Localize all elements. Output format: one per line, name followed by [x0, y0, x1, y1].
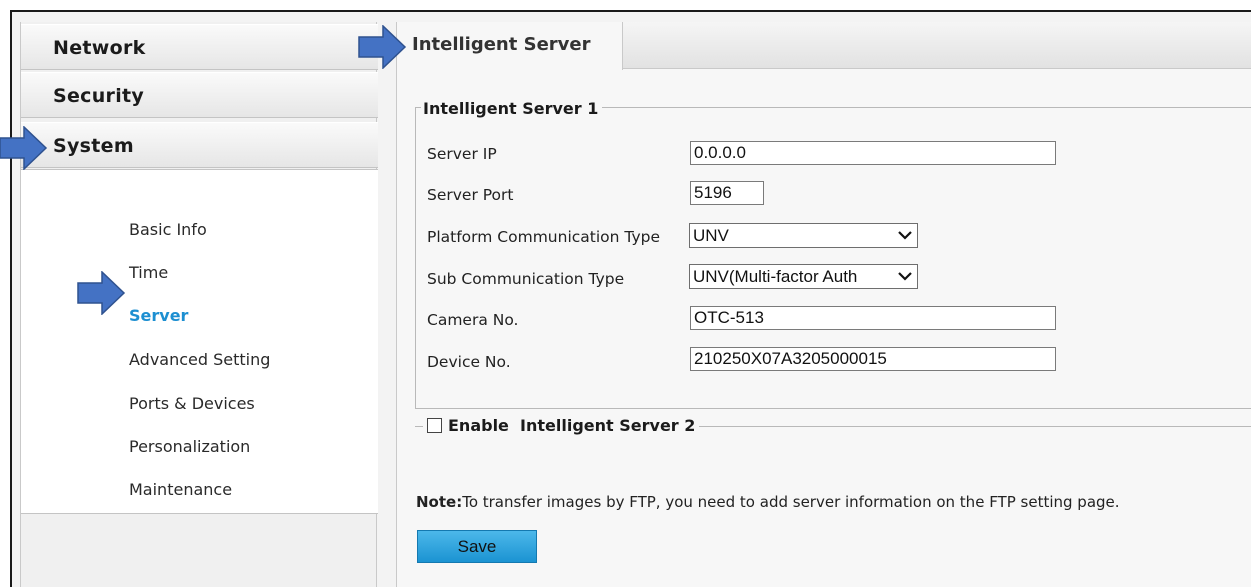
sidebar-item-time[interactable]: Time: [129, 263, 168, 282]
platform-type-label: Platform Communication Type: [427, 228, 660, 246]
menu-network[interactable]: Network: [21, 24, 378, 70]
device-no-label: Device No.: [427, 353, 511, 371]
sidebar-item-server[interactable]: Server: [129, 306, 188, 325]
content-panel: Intelligent Server Intelligent Server 1 …: [396, 22, 1251, 587]
sidebar-item-ports-devices[interactable]: Ports & Devices: [129, 394, 255, 413]
tab-intelligent-server[interactable]: Intelligent Server: [397, 22, 623, 70]
arrow-right-icon: [77, 271, 126, 315]
save-button[interactable]: Save: [417, 530, 537, 563]
server-port-input[interactable]: 5196: [690, 181, 764, 205]
tab-bar: Intelligent Server: [397, 22, 1251, 70]
note-prefix: Note:: [416, 493, 463, 511]
ftp-note: Note:To transfer images by FTP, you need…: [416, 493, 1120, 511]
sidebar-item-basic-info[interactable]: Basic Info: [129, 220, 207, 239]
device-no-input[interactable]: 210250X07A3205000015: [690, 347, 1056, 371]
server-ip-label: Server IP: [427, 145, 497, 163]
menu-security[interactable]: Security: [21, 72, 378, 118]
server1-legend: Intelligent Server 1: [421, 99, 603, 118]
sidebar: Network Security System Basic Info Time …: [20, 22, 378, 587]
camera-no-label: Camera No.: [427, 311, 519, 329]
sub-type-label: Sub Communication Type: [427, 270, 625, 288]
server-port-label: Server Port: [427, 186, 514, 204]
server-ip-input[interactable]: 0.0.0.0: [690, 141, 1056, 165]
menu-system[interactable]: System: [21, 122, 378, 168]
arrow-right-icon: [358, 25, 407, 69]
chevron-down-icon: [898, 272, 912, 281]
server2-enable-row[interactable]: Enable Intelligent Server 2: [423, 416, 700, 435]
sub-type-value: UNV(Multi-factor Auth: [693, 267, 858, 286]
platform-type-select[interactable]: UNV: [689, 223, 918, 248]
enable-server2-label: Enable Intelligent Server 2: [448, 416, 696, 435]
sidebar-item-personalization[interactable]: Personalization: [129, 437, 250, 456]
chevron-down-icon: [898, 231, 912, 240]
platform-type-value: UNV: [693, 226, 729, 245]
sub-type-select[interactable]: UNV(Multi-factor Auth: [689, 264, 918, 289]
camera-no-input[interactable]: OTC-513: [690, 306, 1056, 330]
enable-server2-checkbox[interactable]: [427, 418, 442, 433]
sidebar-item-maintenance[interactable]: Maintenance: [129, 480, 232, 499]
arrow-right-icon: [0, 126, 48, 170]
note-text: To transfer images by FTP, you need to a…: [462, 493, 1120, 511]
sidebar-item-advanced-setting[interactable]: Advanced Setting: [129, 350, 270, 369]
system-submenu: Basic Info Time Server Advanced Setting …: [21, 169, 378, 514]
